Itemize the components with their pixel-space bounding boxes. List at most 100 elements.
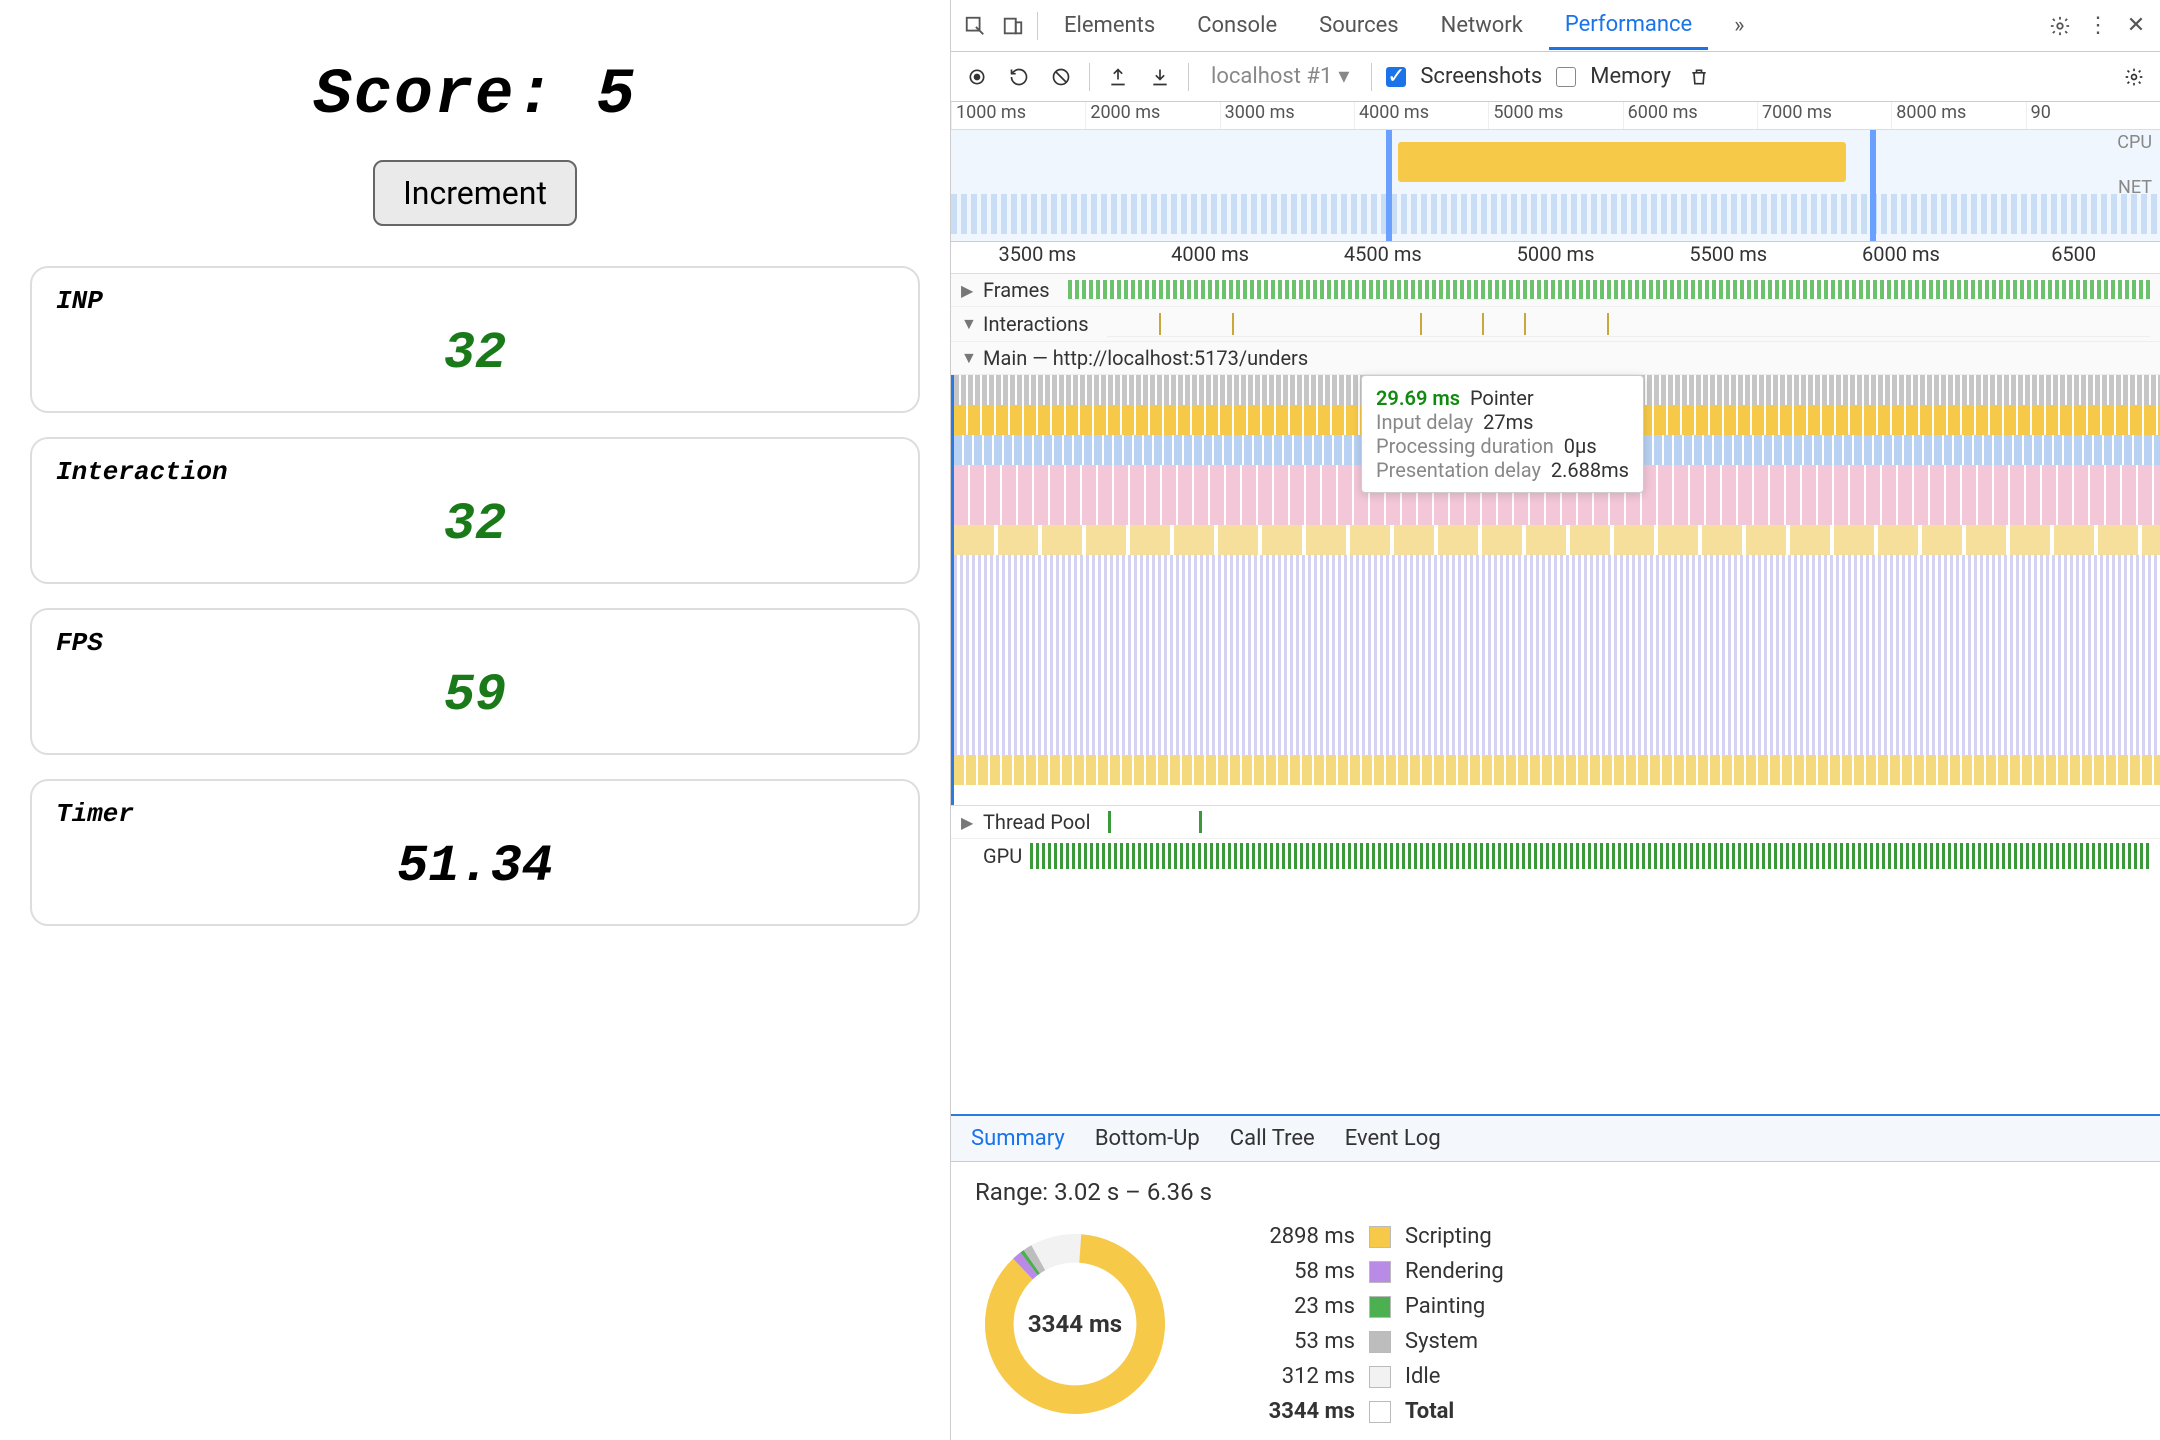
btab-bottomup[interactable]: Bottom-Up <box>1095 1126 1200 1151</box>
card-fps: FPS 59 <box>30 608 920 755</box>
swatch-icon <box>1369 1401 1391 1423</box>
card-timer: Timer 51.34 <box>30 779 920 926</box>
gear-icon[interactable] <box>2120 63 2148 91</box>
tooltip-row-label: Input delay <box>1376 410 1473 434</box>
tick: 5000 ms <box>1469 242 1642 273</box>
reload-icon[interactable] <box>1005 63 1033 91</box>
swatch-icon <box>1369 1226 1391 1248</box>
overview-handle-right[interactable] <box>1870 130 1876 241</box>
disclosure-down-icon: ▼ <box>961 314 975 334</box>
legend-row: 2898 msScripting <box>1235 1224 1504 1249</box>
donut-center-label: 3344 ms <box>975 1224 1175 1424</box>
score-title: Score: 5 <box>313 60 636 132</box>
legend-row: 312 msIdle <box>1235 1364 1504 1389</box>
tick: 7000 ms <box>1757 102 1891 129</box>
card-inp: INP 32 <box>30 266 920 413</box>
device-icon[interactable] <box>999 12 1027 40</box>
frames-track-header[interactable]: ▶ Frames <box>951 274 2160 307</box>
gpu-strip <box>1030 843 2150 869</box>
swatch-icon <box>1369 1296 1391 1318</box>
download-icon[interactable] <box>1146 63 1174 91</box>
legend-row: 53 msSystem <box>1235 1329 1504 1354</box>
overview-timeline[interactable]: 1000 ms 2000 ms 3000 ms 4000 ms 5000 ms … <box>951 102 2160 242</box>
tooltip-time: 29.69 ms <box>1376 386 1460 410</box>
tick: 4500 ms <box>1296 242 1469 273</box>
increment-button[interactable]: Increment <box>373 160 577 226</box>
score-value: 5 <box>596 60 636 132</box>
gpu-label: GPU <box>983 844 1022 868</box>
kebab-icon[interactable]: ⋮ <box>2084 12 2112 40</box>
perf-toolbar: localhost #1 ▾ ✓ Screenshots Memory <box>951 52 2160 102</box>
gpu-track[interactable]: GPU <box>951 839 2160 873</box>
profile-name: localhost #1 <box>1211 64 1332 89</box>
net-label: NET <box>2117 177 2152 198</box>
legend-row-total: 3344 msTotal <box>1235 1399 1504 1424</box>
flame-chart-wrapper: 29.69 ms Pointer Input delay 27ms Proces… <box>951 375 2160 805</box>
gc-icon[interactable] <box>1685 63 1713 91</box>
upload-icon[interactable] <box>1104 63 1132 91</box>
interactions-strip <box>1107 311 2150 337</box>
thread-pool-bar <box>1199 811 1202 833</box>
tab-performance[interactable]: Performance <box>1549 2 1708 50</box>
tick: 1000 ms <box>951 102 1085 129</box>
tick: 3000 ms <box>1220 102 1354 129</box>
card-value: 59 <box>56 666 894 725</box>
memory-checkbox[interactable] <box>1556 67 1576 87</box>
cpu-label: CPU <box>2117 132 2152 153</box>
swatch-icon <box>1369 1261 1391 1283</box>
summary-legend: 2898 msScripting 58 msRendering 23 msPai… <box>1235 1224 1504 1424</box>
tick: 6000 ms <box>1815 242 1988 273</box>
card-value: 32 <box>56 324 894 383</box>
tab-more[interactable]: » <box>1718 3 1760 48</box>
disclosure-down-icon: ▼ <box>961 348 975 368</box>
card-label: FPS <box>56 628 894 658</box>
summary-donut: 3344 ms <box>975 1224 1175 1424</box>
thread-pool-track[interactable]: ▶ Thread Pool <box>951 805 2160 839</box>
disclosure-right-icon: ▶ <box>961 813 975 832</box>
profile-dropdown[interactable]: localhost #1 ▾ <box>1203 62 1357 91</box>
tab-console[interactable]: Console <box>1181 3 1293 48</box>
tab-network[interactable]: Network <box>1425 3 1539 48</box>
separator <box>1037 12 1038 40</box>
card-label: Interaction <box>56 457 894 487</box>
close-icon[interactable]: ✕ <box>2122 12 2150 40</box>
record-icon[interactable] <box>963 63 991 91</box>
overview-handle-left[interactable] <box>1386 130 1392 241</box>
btab-eventlog[interactable]: Event Log <box>1345 1126 1441 1151</box>
card-interaction: Interaction 32 <box>30 437 920 584</box>
tick: 5500 ms <box>1642 242 1815 273</box>
devtools-tabs: Elements Console Sources Network Perform… <box>951 0 2160 52</box>
tab-elements[interactable]: Elements <box>1048 3 1171 48</box>
memory-label: Memory <box>1590 64 1671 89</box>
clear-icon[interactable] <box>1047 63 1075 91</box>
screenshots-checkbox[interactable]: ✓ <box>1386 67 1406 87</box>
frames-label: Frames <box>983 278 1050 302</box>
disclosure-right-icon: ▶ <box>961 281 975 300</box>
legend-row: 58 msRendering <box>1235 1259 1504 1284</box>
thread-pool-bar <box>1108 811 1111 833</box>
tooltip-row-label: Presentation delay <box>1376 458 1541 482</box>
tab-sources[interactable]: Sources <box>1303 3 1415 48</box>
legend-row: 23 msPainting <box>1235 1294 1504 1319</box>
tick: 4000 ms <box>1124 242 1297 273</box>
interaction-tooltip: 29.69 ms Pointer Input delay 27ms Proces… <box>1361 375 1644 493</box>
main-track-header[interactable]: ▼ Main — http://localhost:5173/unders <box>951 342 2160 375</box>
btab-summary[interactable]: Summary <box>971 1126 1065 1151</box>
tick: 2000 ms <box>1085 102 1219 129</box>
separator <box>1371 63 1372 91</box>
btab-calltree[interactable]: Call Tree <box>1230 1126 1315 1151</box>
tooltip-type: Pointer <box>1470 386 1534 410</box>
inspect-icon[interactable] <box>961 12 989 40</box>
interactions-track-header[interactable]: ▼ Interactions <box>951 307 2160 342</box>
tick: 3500 ms <box>951 242 1124 273</box>
gear-icon[interactable] <box>2046 12 2074 40</box>
separator <box>1188 63 1189 91</box>
screenshots-label: Screenshots <box>1420 64 1542 89</box>
tick: 90 <box>2026 102 2160 129</box>
tick: 6500 <box>1987 242 2160 273</box>
card-label: Timer <box>56 799 894 829</box>
summary-panel: Range: 3.02 s – 6.36 s 3344 ms 2898 msSc… <box>951 1162 2160 1440</box>
tick: 4000 ms <box>1354 102 1488 129</box>
swatch-icon <box>1369 1331 1391 1353</box>
overview-net-strip <box>951 194 2160 234</box>
